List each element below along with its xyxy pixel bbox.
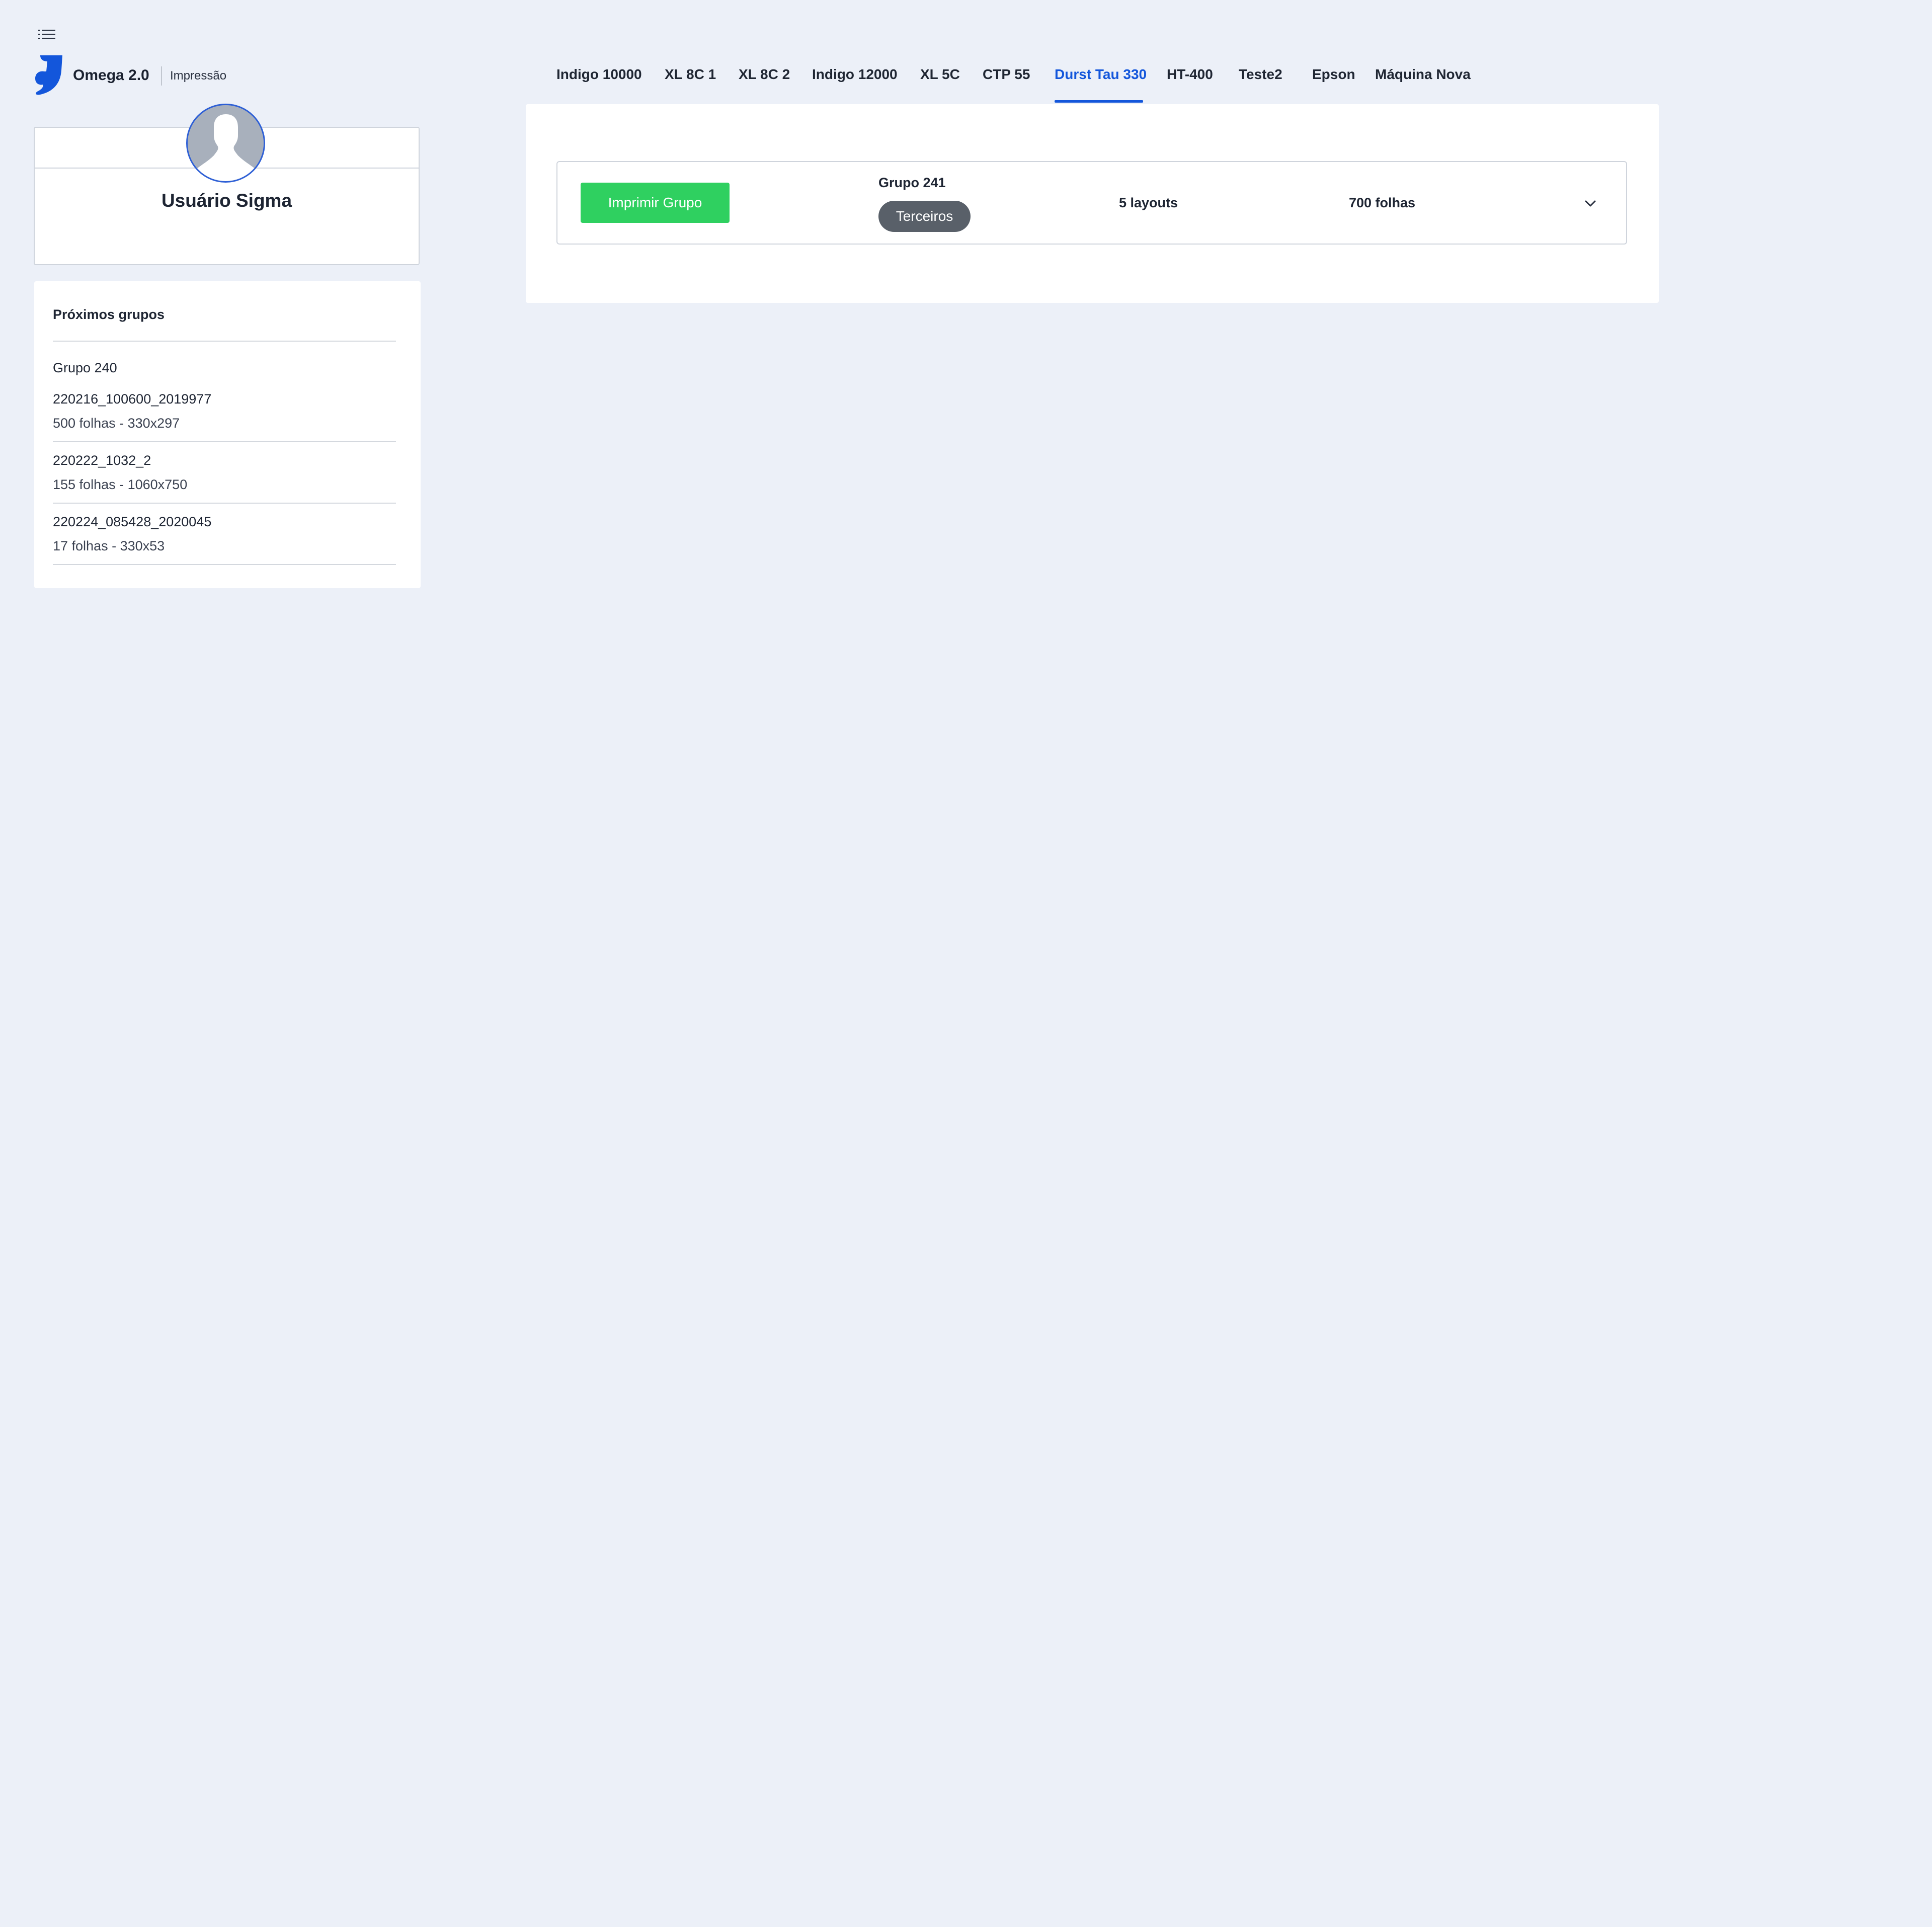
divider [53,564,396,565]
brand-divider [161,66,162,86]
tab-ht-400[interactable]: HT-400 [1167,62,1213,103]
sheets-count: 700 folhas [1349,195,1416,210]
user-name: Usuário Sigma [161,190,292,211]
divider [53,503,396,504]
divider [53,341,396,342]
tab-xl-8c-1[interactable]: XL 8C 1 [665,62,716,103]
menu-icon[interactable] [37,26,56,43]
tab-durst-tau-330[interactable]: Durst Tau 330 [1055,62,1147,103]
divider [53,441,396,442]
next-group-name: Grupo 240 [53,360,117,375]
job-details: 155 folhas - 1060x750 [53,477,188,492]
brand-name: Omega 2.0 [73,67,149,84]
job-details: 17 folhas - 330x53 [53,538,165,553]
tab-teste2[interactable]: Teste2 [1239,62,1282,103]
job-name: 220216_100600_2019977 [53,391,212,407]
tab-xl-8c-2[interactable]: XL 8C 2 [739,62,790,103]
print-group-button[interactable]: Imprimir Grupo [581,183,730,223]
tab-maquina-nova[interactable]: Máquina Nova [1375,62,1471,103]
job-details: 500 folhas - 330x297 [53,416,180,431]
omega-logo-icon [33,54,64,96]
active-tab-indicator [1055,100,1143,103]
tab-epson[interactable]: Epson [1312,62,1355,103]
job-name: 220224_085428_2020045 [53,514,212,529]
next-groups-title: Próximos grupos [53,307,165,322]
job-name: 220222_1032_2 [53,453,151,468]
group-name: Grupo 241 [878,175,946,190]
chevron-down-icon[interactable] [1581,194,1599,212]
module-name: Impressão [170,69,227,83]
layouts-count: 5 layouts [1119,195,1178,210]
tab-xl-5c[interactable]: XL 5C [920,62,960,103]
tab-indigo-12000[interactable]: Indigo 12000 [812,62,898,103]
tab-ctp-55[interactable]: CTP 55 [983,62,1030,103]
group-badge: Terceiros [878,201,971,232]
user-silhouette-icon [186,104,265,183]
tab-indigo-10000[interactable]: Indigo 10000 [556,62,642,103]
